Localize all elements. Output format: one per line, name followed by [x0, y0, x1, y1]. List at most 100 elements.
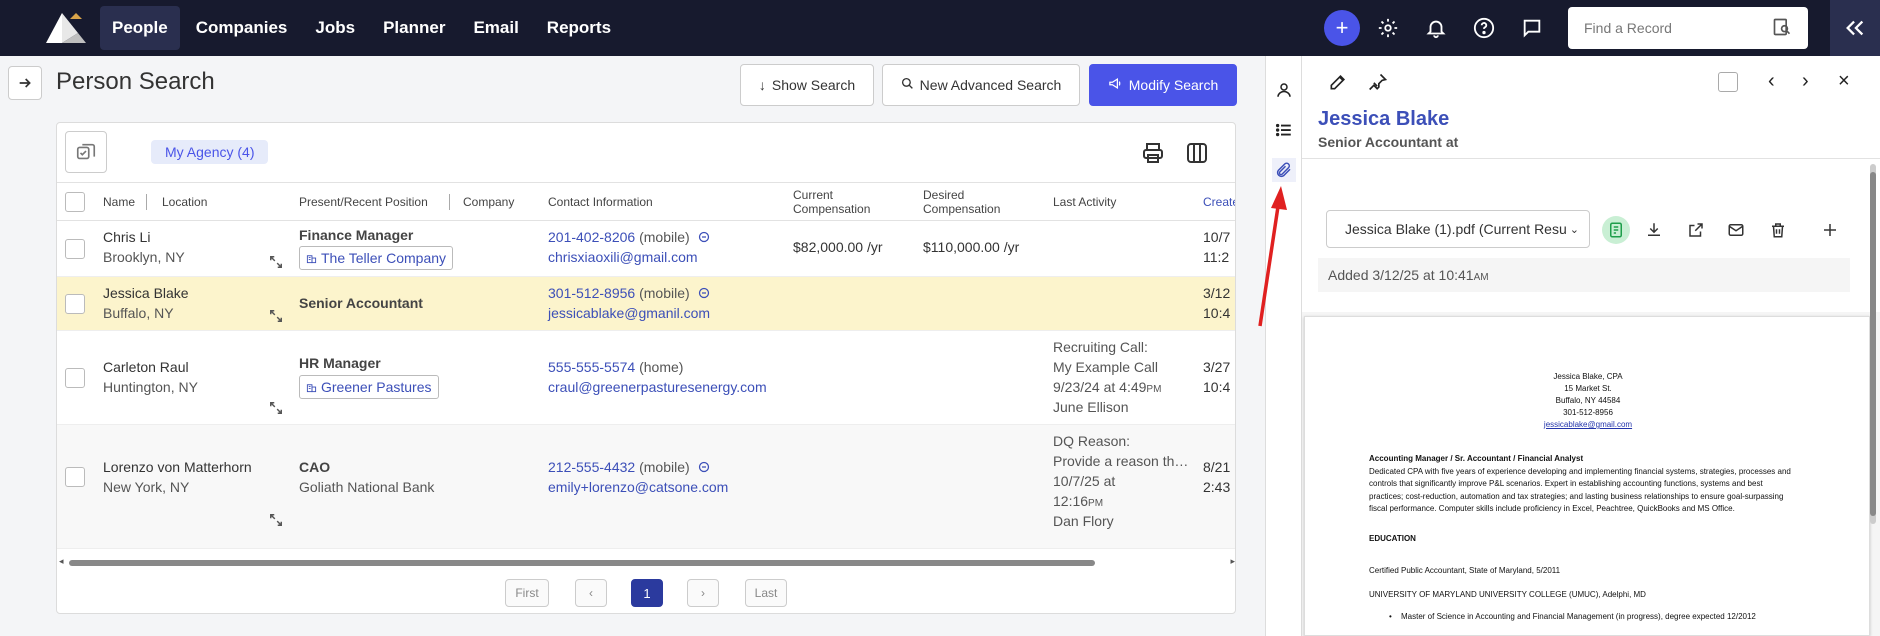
table-row[interactable]: Chris Li Brooklyn, NY Finance Manager Th… [57, 221, 1235, 277]
col-current-compensation[interactable]: Current Compensation [793, 183, 883, 221]
new-advanced-search-button[interactable]: New Advanced Search [882, 64, 1080, 106]
created-time: 10:4 [1203, 379, 1231, 395]
columns-icon[interactable] [1185, 141, 1209, 168]
phone-type: (home) [639, 359, 684, 375]
sms-icon[interactable] [698, 287, 710, 299]
phone-link[interactable]: 212-555-4432 [548, 459, 635, 475]
expand-icon[interactable] [269, 255, 283, 272]
col-contact[interactable]: Contact Information [548, 183, 653, 221]
gear-icon[interactable] [1370, 10, 1406, 46]
phone-link[interactable]: 555-555-5574 [548, 359, 635, 375]
scroll-left-icon[interactable]: ◂ [59, 556, 64, 567]
col-position[interactable]: Present/Recent Position [299, 183, 428, 221]
list-icon[interactable] [1272, 118, 1296, 142]
sms-icon[interactable] [698, 231, 710, 243]
email-link[interactable]: chrisxiaoxili@gmail.com [548, 247, 698, 267]
resume-header: Jessica Blake, CPA 15 Market St. Buffalo… [1305, 371, 1869, 431]
find-record-search[interactable] [1568, 7, 1808, 49]
prev-page-button[interactable]: ‹ [575, 579, 607, 607]
row-checkbox[interactable] [65, 294, 85, 314]
select-all-checkbox-cell[interactable] [65, 183, 85, 221]
first-page-button[interactable]: First [505, 579, 549, 607]
col-name[interactable]: Name [103, 183, 135, 221]
email-link[interactable]: jessicablake@gmanil.com [548, 303, 710, 323]
nav-planner[interactable]: Planner [371, 6, 457, 50]
col-location[interactable]: Location [162, 183, 207, 221]
next-page-button[interactable]: › [687, 579, 719, 607]
phone-link[interactable]: 301-512-8956 [548, 285, 635, 301]
app-logo[interactable] [30, 0, 100, 56]
chevron-right-icon[interactable]: › [1802, 70, 1809, 93]
bulk-select-icon[interactable] [65, 131, 107, 173]
company-tag[interactable]: The Teller Company [299, 246, 454, 270]
phone-link[interactable]: 201-402-8206 [548, 229, 635, 245]
row-checkbox[interactable] [65, 368, 85, 388]
nav-people[interactable]: People [100, 6, 180, 50]
document-viewer[interactable]: Jessica Blake, CPA 15 Market St. Buffalo… [1302, 312, 1880, 636]
table-row[interactable]: Lorenzo von Matterhorn New York, NY CAO … [57, 425, 1235, 549]
show-search-button[interactable]: ↓ Show Search [740, 64, 874, 106]
print-icon[interactable] [1141, 141, 1165, 168]
last-page-button[interactable]: Last [745, 579, 787, 607]
select-record-checkbox[interactable] [1718, 72, 1738, 92]
row-checkbox[interactable] [65, 467, 85, 487]
paperclip-icon[interactable] [1272, 158, 1296, 182]
edit-icon[interactable] [1328, 72, 1348, 95]
add-attachment-icon[interactable] [1816, 216, 1844, 244]
chevron-left-icon[interactable]: ‹ [1768, 70, 1775, 93]
person-name[interactable]: Chris Li [103, 227, 150, 247]
chat-icon[interactable] [1514, 10, 1550, 46]
nav-email[interactable]: Email [461, 6, 530, 50]
back-arrow-button[interactable] [8, 66, 42, 100]
help-icon[interactable] [1466, 10, 1502, 46]
bell-icon[interactable] [1418, 10, 1454, 46]
nav-companies[interactable]: Companies [184, 6, 300, 50]
record-name: Jessica Blake [1318, 108, 1450, 130]
horizontal-scrollbar-thumb[interactable] [69, 560, 1095, 566]
person-name[interactable]: Carleton Raul [103, 357, 189, 377]
collapse-panel-button[interactable] [1830, 0, 1880, 56]
search-record-icon[interactable] [1772, 17, 1792, 40]
email-link[interactable]: emily+lorenzo@catsone.com [548, 477, 728, 497]
col-last-activity[interactable]: Last Activity [1053, 183, 1116, 221]
find-record-input[interactable] [1584, 20, 1764, 36]
person-name[interactable]: Lorenzo von Matterhorn [103, 457, 252, 477]
scroll-right-icon[interactable]: ▸ [1230, 556, 1235, 567]
current-page-button[interactable]: 1 [631, 579, 663, 607]
email-link[interactable]: craul@greenerpasturesenergy.com [548, 377, 767, 397]
add-record-button[interactable]: + [1324, 10, 1360, 46]
col-company[interactable]: Company [463, 183, 514, 221]
table-row-selected[interactable]: Jessica Blake Buffalo, NY Senior Account… [57, 277, 1235, 331]
my-agency-filter-chip[interactable]: My Agency (4) [151, 140, 269, 164]
sms-icon[interactable] [698, 461, 710, 473]
row-checkbox-cell[interactable] [65, 368, 85, 388]
trash-icon[interactable] [1764, 216, 1792, 244]
person-position: CAO [299, 459, 331, 475]
modify-search-button[interactable]: Modify Search [1089, 64, 1237, 106]
row-checkbox-cell[interactable] [65, 294, 85, 314]
horizontal-scrollbar[interactable]: ◂ ▸ [59, 556, 1235, 567]
col-created[interactable]: Create [1203, 183, 1235, 221]
select-all-checkbox[interactable] [65, 192, 85, 212]
row-checkbox[interactable] [65, 239, 85, 259]
download-icon[interactable] [1640, 216, 1668, 244]
nav-jobs[interactable]: Jobs [303, 6, 367, 50]
open-external-icon[interactable] [1682, 216, 1710, 244]
person-name[interactable]: Jessica Blake [103, 283, 189, 303]
row-checkbox-cell[interactable] [65, 239, 85, 259]
expand-icon[interactable] [269, 401, 283, 418]
panel-scrollbar-thumb[interactable] [1870, 172, 1876, 516]
pin-icon[interactable] [1368, 72, 1388, 95]
resume-parse-icon[interactable] [1602, 216, 1630, 244]
col-desired-compensation[interactable]: Desired Compensation [923, 183, 1013, 221]
attachment-select[interactable]: Jessica Blake (1).pdf (Current Resu ⌄ [1326, 210, 1590, 248]
close-icon[interactable]: × [1838, 70, 1850, 93]
person-icon[interactable] [1272, 78, 1296, 102]
expand-icon[interactable] [269, 513, 283, 530]
company-tag[interactable]: Greener Pastures [299, 375, 439, 399]
nav-reports[interactable]: Reports [535, 6, 623, 50]
row-checkbox-cell[interactable] [65, 467, 85, 487]
table-row[interactable]: Carleton Raul Huntington, NY HR Manager … [57, 331, 1235, 425]
expand-icon[interactable] [269, 309, 283, 326]
email-icon[interactable] [1722, 216, 1750, 244]
